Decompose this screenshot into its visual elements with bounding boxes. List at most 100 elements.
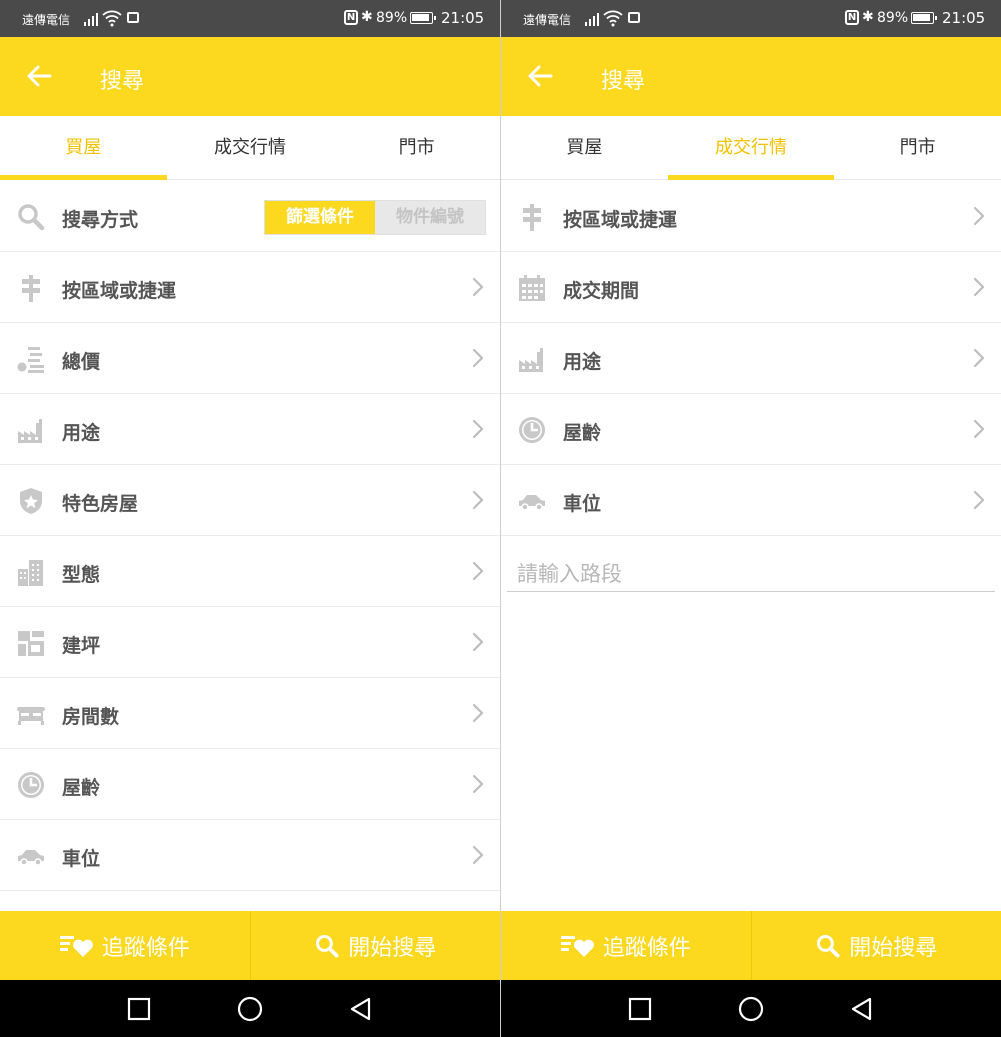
clock-icon <box>16 770 46 800</box>
factory-icon <box>517 344 547 374</box>
battery-percent: 89% <box>376 10 408 26</box>
tab-stores[interactable]: 門市 <box>333 116 500 179</box>
app-bar: 搜尋 <box>0 37 500 116</box>
tab-transaction-price[interactable]: 成交行情 <box>167 116 334 179</box>
search-icon <box>815 933 841 959</box>
nfc-icon: N <box>344 10 358 25</box>
filter-list: 按區域或捷運 成交期間 用途 屋齡 車位 <box>501 181 1001 607</box>
nav-back-icon[interactable] <box>348 996 374 1022</box>
track-conditions-button[interactable]: 追蹤條件 <box>501 911 751 980</box>
wifi-icon <box>102 9 122 27</box>
heart-list-icon <box>561 933 595 959</box>
row-area-mrt[interactable]: 按區域或捷運 <box>501 181 1001 252</box>
wifi-icon <box>603 9 623 27</box>
bottom-action-bar: 追蹤條件 開始搜尋 <box>0 911 500 980</box>
search-icon <box>16 202 46 232</box>
back-arrow-icon[interactable] <box>24 61 54 91</box>
row-label: 用途 <box>62 422 101 444</box>
recent-apps-icon[interactable] <box>126 996 152 1022</box>
chevron-right-icon <box>973 419 985 439</box>
search-icon <box>314 933 340 959</box>
tab-stores[interactable]: 門市 <box>834 116 1001 179</box>
building-icon <box>16 557 46 587</box>
chevron-right-icon <box>472 348 484 368</box>
page-title: 搜尋 <box>601 69 646 94</box>
home-icon[interactable] <box>738 996 764 1022</box>
start-search-button[interactable]: 開始搜尋 <box>249 911 501 980</box>
row-label: 屋齡 <box>62 777 101 799</box>
row-parking[interactable]: 車位 <box>0 820 500 891</box>
clock-time: 21:05 <box>942 9 986 27</box>
row-label: 屋齡 <box>563 422 602 444</box>
tab-transaction-price[interactable]: 成交行情 <box>667 116 835 180</box>
row-label: 型態 <box>62 564 101 586</box>
signpost-icon <box>517 202 547 232</box>
object-number-option[interactable]: 物件編號 <box>375 201 485 234</box>
message-icon <box>628 12 640 23</box>
signal-icon <box>84 12 98 26</box>
row-road-input <box>501 536 1001 607</box>
row-transaction-period[interactable]: 成交期間 <box>501 252 1001 323</box>
track-conditions-label: 追蹤條件 <box>101 935 190 961</box>
home-icon[interactable] <box>237 996 263 1022</box>
status-bar: 遠傳電信 N ✱ 89% 21:05 <box>501 0 1001 37</box>
chevron-right-icon <box>973 348 985 368</box>
car-icon <box>517 486 547 516</box>
chevron-right-icon <box>973 277 985 297</box>
shield-star-icon <box>16 486 46 516</box>
tab-buy-house[interactable]: 買屋 <box>501 116 668 179</box>
row-label: 用途 <box>563 351 602 373</box>
track-conditions-button[interactable]: 追蹤條件 <box>0 911 250 980</box>
row-house-age[interactable]: 屋齡 <box>0 749 500 820</box>
road-section-input[interactable] <box>507 556 995 592</box>
android-nav-bar <box>0 980 500 1037</box>
row-type[interactable]: 型態 <box>0 536 500 607</box>
tab-bar: 買屋 成交行情 門市 <box>0 116 500 180</box>
clock-icon <box>517 415 547 445</box>
chevron-right-icon <box>472 632 484 652</box>
clock-time: 21:05 <box>441 9 485 27</box>
tab-bar: 買屋 成交行情 門市 <box>501 116 1001 180</box>
row-search-method: 搜尋方式 篩選條件 物件編號 <box>0 181 500 252</box>
bed-icon <box>16 699 46 729</box>
app-bar: 搜尋 <box>501 37 1001 116</box>
chevron-right-icon <box>973 206 985 226</box>
bluetooth-icon: ✱ <box>862 9 874 25</box>
row-building-area[interactable]: 建坪 <box>0 607 500 678</box>
row-label: 房間數 <box>62 706 120 728</box>
page-title: 搜尋 <box>100 69 145 94</box>
chevron-right-icon <box>472 561 484 581</box>
start-search-label: 開始搜尋 <box>348 935 437 961</box>
car-icon <box>16 841 46 871</box>
row-area-mrt[interactable]: 按區域或捷運 <box>0 252 500 323</box>
battery-percent: 89% <box>877 10 909 26</box>
row-label: 特色房屋 <box>62 493 139 515</box>
row-house-age[interactable]: 屋齡 <box>501 394 1001 465</box>
bottom-action-bar: 追蹤條件 開始搜尋 <box>501 911 1001 980</box>
back-arrow-icon[interactable] <box>525 61 555 91</box>
row-featured-house[interactable]: 特色房屋 <box>0 465 500 536</box>
floorplan-icon <box>16 628 46 658</box>
row-usage[interactable]: 用途 <box>0 394 500 465</box>
search-method-toggle: 篩選條件 物件編號 <box>264 200 486 235</box>
carrier-label: 遠傳電信 <box>22 13 71 27</box>
row-label: 車位 <box>62 848 101 870</box>
nav-back-icon[interactable] <box>849 996 875 1022</box>
nfc-icon: N <box>845 10 859 25</box>
recent-apps-icon[interactable] <box>627 996 653 1022</box>
row-total-price[interactable]: 總價 <box>0 323 500 394</box>
start-search-button[interactable]: 開始搜尋 <box>750 911 1001 980</box>
signal-icon <box>585 12 599 26</box>
row-rooms[interactable]: 房間數 <box>0 678 500 749</box>
row-usage[interactable]: 用途 <box>501 323 1001 394</box>
filter-conditions-option[interactable]: 篩選條件 <box>265 201 375 234</box>
search-method-label: 搜尋方式 <box>62 209 139 231</box>
row-parking[interactable]: 車位 <box>501 465 1001 536</box>
track-conditions-label: 追蹤條件 <box>602 935 691 961</box>
chevron-right-icon <box>472 277 484 297</box>
signpost-icon <box>16 273 46 303</box>
heart-list-icon <box>60 933 94 959</box>
android-nav-bar <box>501 980 1001 1037</box>
chevron-right-icon <box>472 419 484 439</box>
tab-buy-house[interactable]: 買屋 <box>0 116 167 180</box>
